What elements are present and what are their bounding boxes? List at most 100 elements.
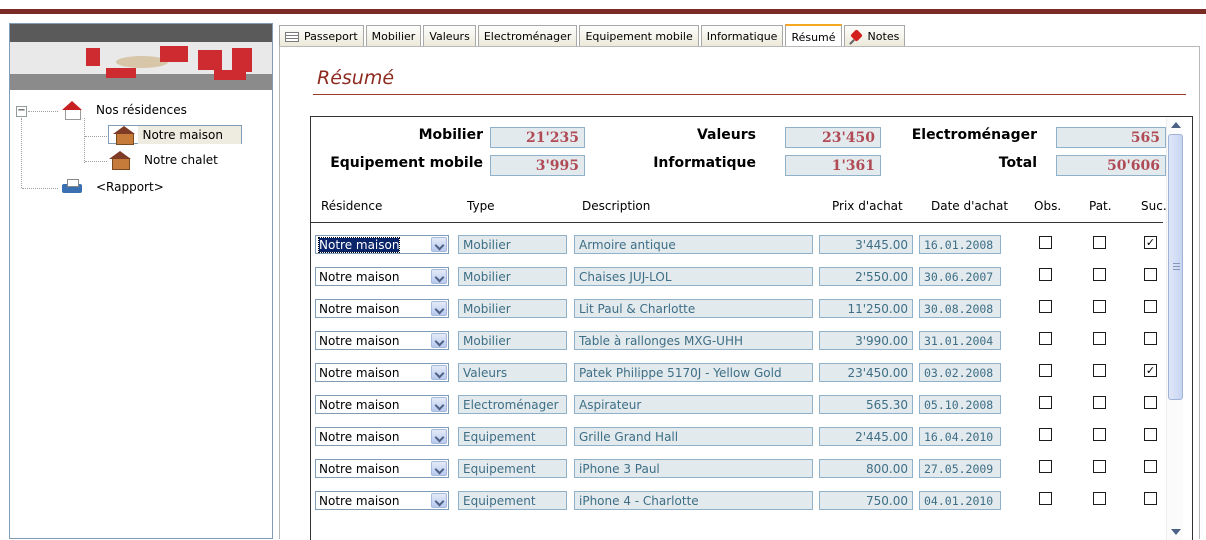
obs-checkbox[interactable] [1039, 236, 1052, 249]
suc-checkbox[interactable] [1144, 460, 1157, 473]
residence-select[interactable]: Notre maison [315, 267, 449, 286]
residence-select[interactable]: Notre maison [315, 459, 449, 478]
pat-checkbox[interactable] [1093, 396, 1106, 409]
tab-valeurs[interactable]: Valeurs [423, 25, 476, 47]
pat-checkbox[interactable] [1093, 300, 1106, 313]
description-field[interactable]: Chaises JUJ-LOL [574, 267, 813, 286]
pat-checkbox[interactable] [1093, 492, 1106, 505]
chevron-down-icon[interactable] [431, 493, 447, 508]
tree-item-root[interactable]: Nos résidences [60, 100, 191, 120]
pat-checkbox[interactable] [1093, 364, 1106, 377]
tree-item-notre-chalet[interactable]: Notre chalet [108, 150, 222, 170]
description-field[interactable]: iPhone 4 - Charlotte [574, 491, 813, 510]
date-field[interactable]: 05.10.2008 [919, 395, 1001, 414]
obs-checkbox[interactable] [1039, 428, 1052, 441]
tab-informatique[interactable]: Informatique [700, 25, 784, 47]
date-field[interactable]: 16.01.2008 [919, 235, 1001, 254]
description-field[interactable]: Armoire antique [574, 235, 813, 254]
description-field[interactable]: Patek Philippe 5170J - Yellow Gold [574, 363, 813, 382]
type-field[interactable]: Electroménager [458, 395, 567, 414]
suc-checkbox[interactable] [1144, 268, 1157, 281]
type-field[interactable]: Valeurs [458, 363, 567, 382]
pat-checkbox[interactable] [1093, 460, 1106, 473]
residence-select-value: Notre maison [317, 237, 401, 253]
date-field[interactable]: 30.08.2008 [919, 299, 1001, 318]
prix-field[interactable]: 11'250.00 [819, 299, 913, 318]
chevron-down-icon[interactable] [431, 365, 447, 380]
obs-checkbox[interactable] [1039, 364, 1052, 377]
prix-field[interactable]: 2'445.00 [819, 427, 913, 446]
scroll-down-icon[interactable] [1171, 529, 1181, 535]
chevron-down-icon[interactable] [431, 237, 447, 252]
prix-field[interactable]: 2'550.00 [819, 267, 913, 286]
residence-select[interactable]: Notre maison [315, 395, 449, 414]
vertical-scrollbar[interactable] [1166, 117, 1183, 540]
residence-select[interactable]: Notre maison [315, 427, 449, 446]
chevron-down-icon[interactable] [431, 429, 447, 444]
type-field[interactable]: Mobilier [458, 235, 567, 254]
tab-notes[interactable]: Notes [843, 25, 906, 47]
tab-equipement-mobile[interactable]: Equipement mobile [579, 25, 699, 47]
scroll-thumb[interactable] [1168, 134, 1183, 400]
tab-mobilier[interactable]: Mobilier [365, 25, 422, 47]
description-field[interactable]: iPhone 3 Paul [574, 459, 813, 478]
chevron-down-icon[interactable] [431, 301, 447, 316]
residence-select[interactable]: Notre maison [315, 299, 449, 318]
date-field[interactable]: 16.04.2010 [919, 427, 1001, 446]
scroll-up-icon[interactable] [1171, 122, 1181, 128]
pat-checkbox[interactable] [1093, 268, 1106, 281]
suc-checkbox[interactable] [1144, 396, 1157, 409]
description-field[interactable]: Table à rallonges MXG-UHH [574, 331, 813, 350]
type-field[interactable]: Mobilier [458, 299, 567, 318]
obs-checkbox[interactable] [1039, 460, 1052, 473]
chevron-down-icon[interactable] [431, 333, 447, 348]
prix-field[interactable]: 3'990.00 [819, 331, 913, 350]
type-field[interactable]: Mobilier [458, 267, 567, 286]
chevron-down-icon[interactable] [431, 269, 447, 284]
obs-checkbox[interactable] [1039, 332, 1052, 345]
prix-field[interactable]: 800.00 [819, 459, 913, 478]
tab-resume[interactable]: Résumé [785, 24, 842, 48]
chevron-down-icon[interactable] [431, 461, 447, 476]
collapse-icon[interactable]: − [16, 106, 27, 117]
date-field[interactable]: 03.02.2008 [919, 363, 1001, 382]
type-field[interactable]: Equipement [458, 491, 567, 510]
tree-item-notre-maison[interactable]: Notre maison [108, 125, 242, 145]
prix-field[interactable]: 565.30 [819, 395, 913, 414]
type-field[interactable]: Equipement [458, 459, 567, 478]
pat-checkbox[interactable] [1093, 428, 1106, 441]
prix-field[interactable]: 750.00 [819, 491, 913, 510]
tree-item-rapport[interactable]: <Rapport> [60, 177, 168, 197]
obs-checkbox[interactable] [1039, 300, 1052, 313]
residence-select[interactable]: Notre maison [315, 331, 449, 350]
description-field[interactable]: Aspirateur [574, 395, 813, 414]
tab-passeport[interactable]: Passeport [279, 25, 364, 47]
suc-checkbox[interactable] [1144, 332, 1157, 345]
prix-field[interactable]: 23'450.00 [819, 363, 913, 382]
residence-select[interactable]: Notre maison [315, 491, 449, 510]
suc-checkbox[interactable]: ✓ [1144, 236, 1157, 249]
tab-electromenager[interactable]: Electroménager [477, 25, 578, 47]
suc-checkbox[interactable] [1144, 492, 1157, 505]
obs-checkbox[interactable] [1039, 492, 1052, 505]
suc-checkbox[interactable] [1144, 300, 1157, 313]
obs-checkbox[interactable] [1039, 268, 1052, 281]
chevron-down-icon[interactable] [431, 397, 447, 412]
description-field[interactable]: Grille Grand Hall [574, 427, 813, 446]
pat-checkbox[interactable] [1093, 236, 1106, 249]
description-field[interactable]: Lit Paul & Charlotte [574, 299, 813, 318]
prix-field[interactable]: 3'445.00 [819, 235, 913, 254]
date-field[interactable]: 30.06.2007 [919, 267, 1001, 286]
date-field[interactable]: 31.01.2004 [919, 331, 1001, 350]
obs-checkbox[interactable] [1039, 396, 1052, 409]
residence-select[interactable]: Notre maison [315, 235, 449, 254]
residence-select[interactable]: Notre maison [315, 363, 449, 382]
type-field[interactable]: Mobilier [458, 331, 567, 350]
pat-checkbox[interactable] [1093, 332, 1106, 345]
type-field[interactable]: Equipement [458, 427, 567, 446]
date-field[interactable]: 27.05.2009 [919, 459, 1001, 478]
residence-select-value: Notre maison [319, 430, 400, 444]
date-field[interactable]: 04.01.2010 [919, 491, 1001, 510]
suc-checkbox[interactable] [1144, 428, 1157, 441]
suc-checkbox[interactable]: ✓ [1144, 364, 1157, 377]
